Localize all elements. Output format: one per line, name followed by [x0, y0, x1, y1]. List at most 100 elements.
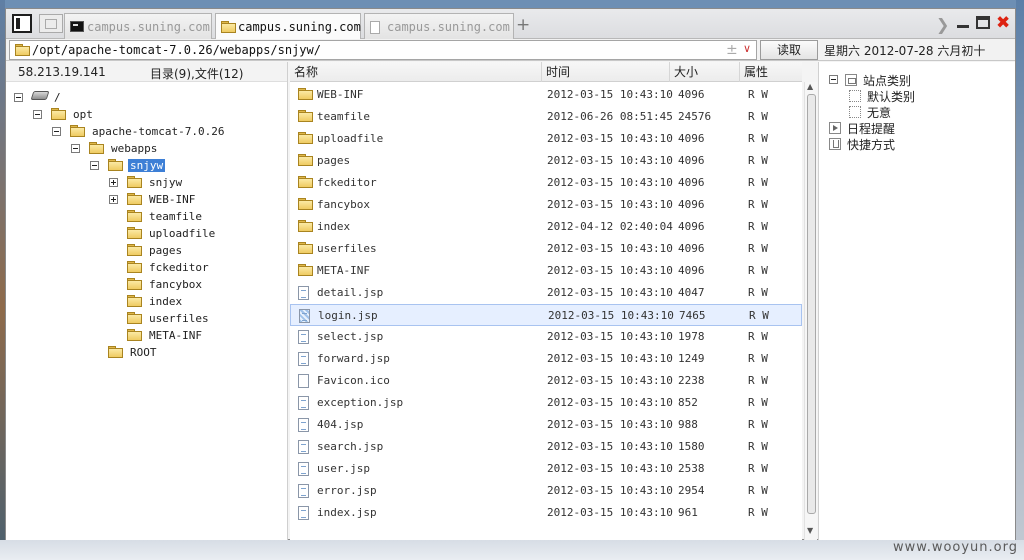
chevron-down-icon[interactable]: ∨ — [743, 42, 751, 55]
blank-file-icon — [298, 374, 309, 388]
collapse-icon[interactable] — [33, 110, 42, 119]
vertical-scrollbar[interactable]: ▲ ▼ — [804, 82, 817, 540]
collapse-icon[interactable] — [52, 127, 61, 136]
file-name: META-INF — [317, 264, 370, 277]
file-row[interactable]: select.jsp 2012-03-15 10:43:10 1978 R W — [290, 326, 802, 348]
file-time: 2012-03-15 10:43:10 — [547, 352, 673, 365]
file-icon — [298, 418, 309, 432]
tree-node-label: fancybox — [149, 278, 202, 291]
file-row[interactable]: teamfile 2012-06-26 08:51:45 24576 R W — [290, 106, 802, 128]
file-row[interactable]: index 2012-04-12 02:40:04 4096 R W — [290, 216, 802, 238]
file-row[interactable]: index.jsp 2012-03-15 10:43:10 961 R W — [290, 502, 802, 524]
file-icon — [298, 352, 309, 366]
item-icon — [849, 90, 861, 102]
file-row[interactable]: search.jsp 2012-03-15 10:43:10 1580 R W — [290, 436, 802, 458]
file-attr: R W — [748, 220, 768, 233]
file-attr: R W — [749, 309, 769, 322]
tree-node-label: teamfile — [149, 210, 202, 223]
scroll-down-icon[interactable]: ▼ — [807, 526, 813, 535]
file-attr: R W — [748, 110, 768, 123]
file-row[interactable]: user.jsp 2012-03-15 10:43:10 2538 R W — [290, 458, 802, 480]
file-icon — [298, 396, 309, 410]
watermark: www.wooyun.org — [892, 540, 1018, 555]
file-row[interactable]: forward.jsp 2012-03-15 10:43:10 1249 R W — [290, 348, 802, 370]
folder-icon — [127, 210, 142, 222]
folder-icon — [127, 278, 142, 290]
file-row[interactable]: fancybox 2012-03-15 10:43:10 4096 R W — [290, 194, 802, 216]
file-time: 2012-03-15 10:43:10 — [547, 264, 673, 277]
collapse-icon[interactable] — [71, 144, 80, 153]
file-time: 2012-03-15 10:43:10 — [547, 462, 673, 475]
collapse-icon[interactable] — [829, 75, 838, 84]
tree-node-label: WEB-INF — [149, 193, 196, 206]
column-header-size[interactable]: 大小 — [670, 62, 740, 82]
folder-icon — [298, 198, 313, 210]
tab-terminal[interactable]: campus.suning.com — [64, 13, 212, 39]
file-size: 4096 — [678, 220, 705, 233]
file-row[interactable]: uploadfile 2012-03-15 10:43:10 4096 R W — [290, 128, 802, 150]
tree-node-label: ROOT — [130, 346, 157, 359]
file-time: 2012-03-15 10:43:10 — [547, 374, 673, 387]
file-name: uploadfile — [317, 132, 384, 145]
file-name: userfiles — [317, 242, 377, 255]
file-name: error.jsp — [317, 484, 377, 497]
expand-icon[interactable] — [109, 178, 118, 187]
new-tab-plus-icon[interactable]: + — [516, 15, 530, 35]
file-size: 1249 — [678, 352, 705, 365]
item-icon — [849, 106, 861, 118]
file-row[interactable]: WEB-INF 2012-03-15 10:43:10 4096 R W — [290, 84, 802, 106]
file-size: 4096 — [678, 154, 705, 167]
file-row[interactable]: fckeditor 2012-03-15 10:43:10 4096 R W — [290, 172, 802, 194]
expand-icon[interactable] — [109, 195, 118, 204]
terminal-icon — [70, 21, 84, 32]
file-row[interactable]: exception.jsp 2012-03-15 10:43:10 852 R W — [290, 392, 802, 414]
folder-icon — [108, 346, 123, 358]
file-row[interactable]: detail.jsp 2012-03-15 10:43:10 4047 R W — [290, 282, 802, 304]
collapse-icon[interactable] — [90, 161, 99, 170]
tab-file-manager[interactable]: campus.suning.com — [215, 13, 361, 40]
file-size: 7465 — [679, 309, 706, 322]
file-time: 2012-03-15 10:43:10 — [547, 154, 673, 167]
file-row[interactable]: Favicon.ico 2012-03-15 10:43:10 2238 R W — [290, 370, 802, 392]
read-button[interactable]: 读取 — [760, 40, 818, 60]
column-header-name[interactable]: 名称 — [290, 62, 542, 82]
scroll-thumb[interactable] — [807, 94, 816, 514]
file-row[interactable]: pages 2012-03-15 10:43:10 4096 R W — [290, 150, 802, 172]
scroll-up-icon[interactable]: ▲ — [807, 82, 813, 91]
file-name: index.jsp — [317, 506, 377, 519]
file-name: login.jsp — [318, 309, 378, 322]
maximize-button[interactable] — [976, 16, 990, 29]
file-row[interactable]: 404.jsp 2012-03-15 10:43:10 988 R W — [290, 414, 802, 436]
tab-page[interactable]: campus.suning.com — [364, 13, 514, 39]
tree-header: 58.213.19.141 目录(9),文件(12) — [6, 62, 287, 82]
file-attr: R W — [748, 440, 768, 453]
collapse-icon[interactable] — [14, 93, 23, 102]
chevron-right-icon[interactable]: ❯ — [936, 15, 949, 34]
file-size: 4096 — [678, 198, 705, 211]
folder-icon — [298, 110, 313, 122]
file-row[interactable]: error.jsp 2012-03-15 10:43:10 2954 R W — [290, 480, 802, 502]
directory-count: 目录(9),文件(12) — [150, 67, 244, 81]
panel-toggle-button[interactable] — [12, 14, 32, 33]
blank-tab-button[interactable] — [39, 14, 63, 33]
folder-icon — [127, 244, 142, 256]
file-attr: R W — [748, 374, 768, 387]
directory-tree-pane: 58.213.19.141 目录(9),文件(12) / opt apache-to… — [6, 62, 288, 540]
column-header-time[interactable]: 时间 — [542, 62, 670, 82]
close-button[interactable]: ✖ — [996, 13, 1010, 33]
file-row[interactable]: login.jsp 2012-03-15 10:43:10 7465 R W — [290, 304, 802, 326]
plus-minus-icon[interactable]: ± — [726, 42, 738, 58]
path-input[interactable] — [32, 42, 702, 58]
shortcut-icon — [829, 138, 841, 150]
file-list-pane: 名称 时间 大小 属性 WEB-INF 2012-03-15 10:43:10 40… — [290, 62, 802, 540]
site-tree-label: 快捷方式 — [847, 138, 896, 152]
file-time: 2012-03-15 10:43:10 — [547, 242, 673, 255]
file-row[interactable]: userfiles 2012-03-15 10:43:10 4096 R W — [290, 238, 802, 260]
file-row[interactable]: META-INF 2012-03-15 10:43:10 4096 R W — [290, 260, 802, 282]
column-header-attr[interactable]: 属性 — [740, 62, 802, 82]
tab-bar: campus.suning.com campus.suning.com camp… — [6, 9, 1015, 40]
folder-icon — [127, 176, 142, 188]
minimize-button[interactable] — [956, 14, 970, 32]
file-attr: R W — [748, 396, 768, 409]
file-attr: R W — [748, 352, 768, 365]
